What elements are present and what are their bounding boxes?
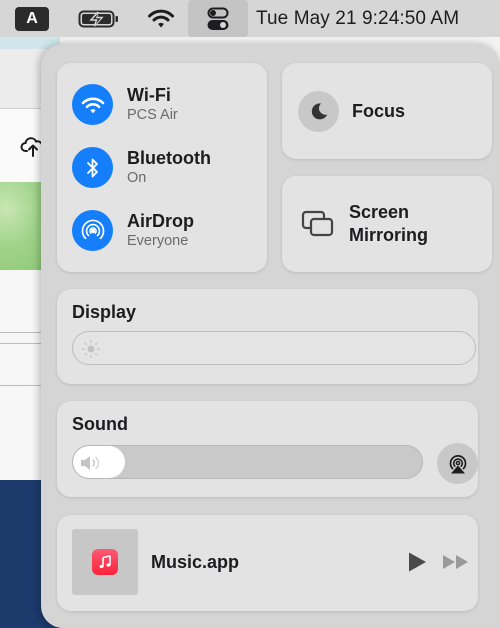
wifi-toggle[interactable]: Wi-Fi PCS Air <box>72 84 178 125</box>
menubar-clock[interactable]: Tue May 21 9:24:50 AM <box>256 0 492 37</box>
control-center-icon <box>207 7 229 30</box>
battery-charging-icon <box>78 10 118 27</box>
airplay-audio-icon <box>449 454 466 473</box>
focus-tile[interactable]: Focus <box>282 63 492 159</box>
airplay-audio-button[interactable] <box>437 443 478 484</box>
bluetooth-toggle[interactable]: Bluetooth On <box>72 147 211 188</box>
control-center-panel: Wi-Fi PCS Air Bluetooth On AirDrop Every… <box>41 44 500 628</box>
wifi-menu[interactable] <box>144 0 178 37</box>
music-app-icon <box>92 549 118 575</box>
bluetooth-icon[interactable] <box>72 147 113 188</box>
wifi-icon <box>148 9 174 27</box>
screen-mirroring-tile[interactable]: Screen Mirroring <box>282 176 492 272</box>
focus-label: Focus <box>352 100 406 121</box>
wifi-network-name: PCS Air <box>127 107 178 123</box>
airdrop-status: Everyone <box>127 233 189 249</box>
moon-icon[interactable] <box>298 90 339 132</box>
input-source-icon: A <box>15 6 49 31</box>
connectivity-tile: Wi-Fi PCS Air Bluetooth On AirDrop Every… <box>57 63 267 272</box>
screen-mirroring-icon <box>300 208 336 240</box>
wifi-title: Wi-Fi <box>127 85 171 105</box>
airdrop-toggle[interactable]: AirDrop Everyone <box>72 210 194 251</box>
bluetooth-status: On <box>127 170 147 186</box>
album-art[interactable] <box>72 529 138 595</box>
volume-slider[interactable] <box>72 445 423 479</box>
airdrop-icon[interactable] <box>72 210 113 251</box>
screen-mirroring-label-line2: Mirroring <box>349 225 428 245</box>
screen-mirroring-label-line1: Screen <box>349 202 410 222</box>
now-playing-app-name: Music.app <box>151 552 240 572</box>
sun-icon <box>81 339 101 359</box>
display-title: Display <box>72 302 137 322</box>
sound-tile: Sound <box>57 401 478 497</box>
play-icon[interactable] <box>406 551 428 573</box>
speaker-icon <box>81 456 100 470</box>
display-tile: Display <box>57 289 478 384</box>
airdrop-title: AirDrop <box>127 211 194 231</box>
bluetooth-title: Bluetooth <box>127 148 211 168</box>
control-center-menu[interactable] <box>188 0 248 37</box>
fast-forward-icon[interactable] <box>442 554 470 570</box>
battery-menu[interactable] <box>76 0 122 37</box>
sound-title: Sound <box>72 414 128 434</box>
menu-bar: A Tue May 21 9:24:50 AM <box>0 0 500 37</box>
wifi-icon[interactable] <box>72 84 113 125</box>
now-playing-tile: Music.app <box>57 515 478 611</box>
input-source-menu[interactable]: A <box>14 0 50 37</box>
brightness-slider[interactable] <box>72 331 476 365</box>
